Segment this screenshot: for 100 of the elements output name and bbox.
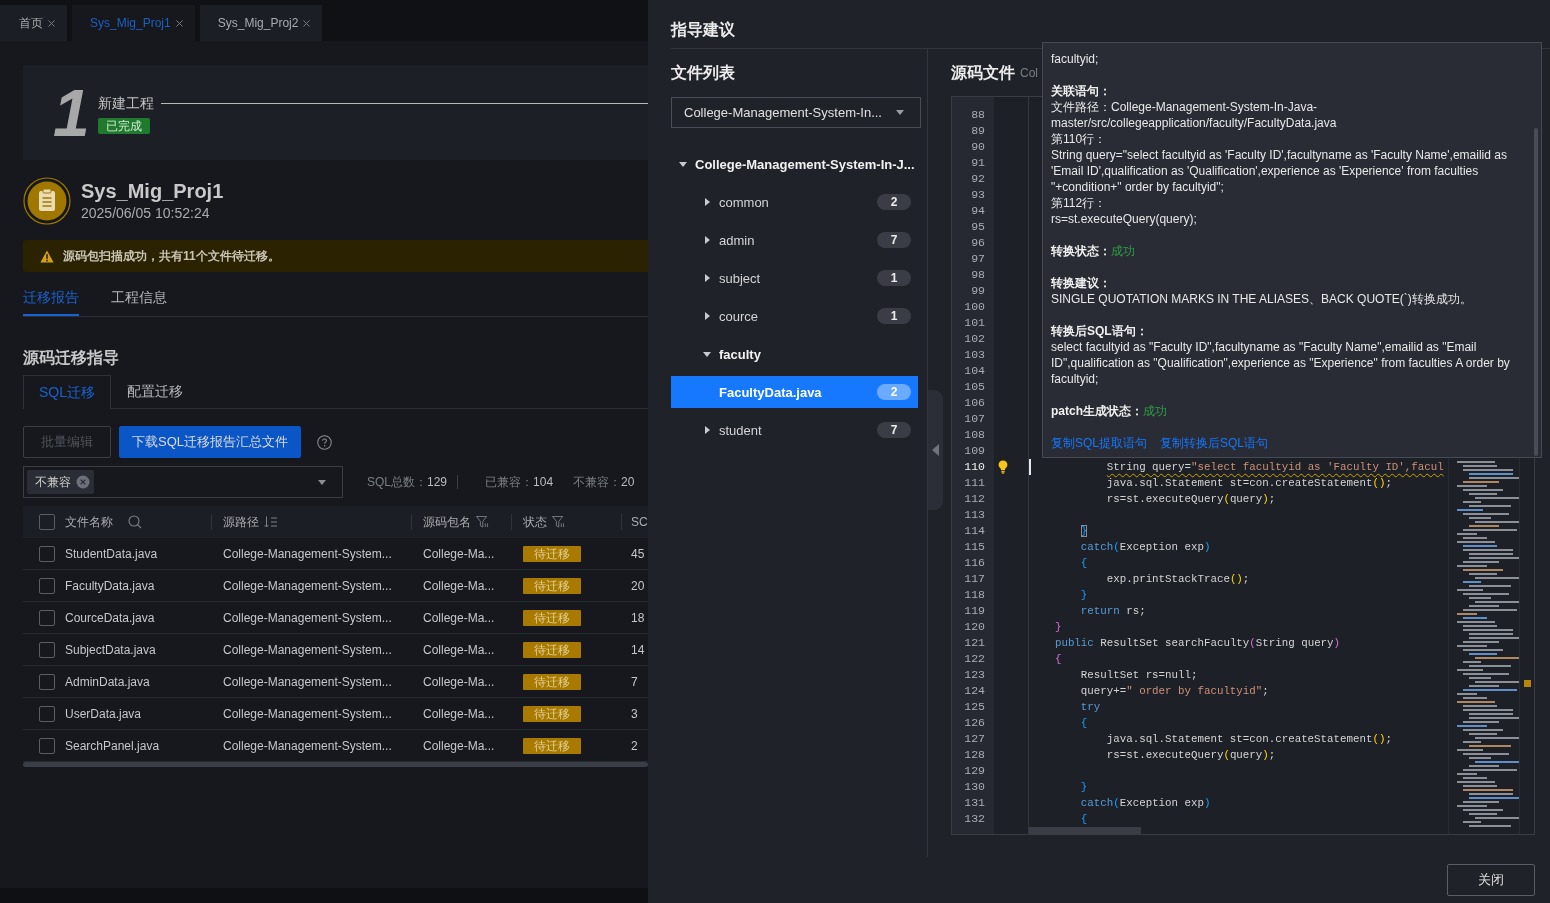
line-number: 118 [964,587,985,603]
line-number: 110 [964,459,985,475]
caret-right-icon[interactable] [703,236,711,244]
line-number: 122 [964,651,985,667]
horizontal-scrollbar[interactable] [23,762,648,767]
popup-heading: 转换后SQL语句： [1051,323,1148,339]
line-number: 109 [964,443,985,459]
caret-down-icon[interactable] [896,110,904,115]
tree-item[interactable]: cource 1 [671,300,918,332]
popup-heading: 关联语句： [1051,83,1111,99]
migration-tab[interactable]: 配置迁移 [111,375,199,408]
line-number: 102 [964,331,985,347]
checkbox[interactable] [39,705,55,722]
table-cell: College-Management-System... [223,546,392,561]
checkbox[interactable] [39,545,55,562]
code-line: query+=" order by facultyid"; [1080,684,1269,699]
count-badge: 1 [877,308,911,324]
caret-down-icon[interactable] [679,160,687,168]
close-icon[interactable] [175,19,183,27]
checkbox[interactable] [39,641,55,658]
line-number: 113 [964,507,985,523]
page-tab[interactable]: Sys_Mig_Proj2 [199,5,323,41]
sort-icon[interactable] [264,516,278,528]
line-number: 106 [964,395,985,411]
filter-icon[interactable] [476,516,489,528]
caret-right-icon[interactable] [703,198,711,206]
popup-text: facultyid; [1051,51,1099,67]
report-tab[interactable]: 工程信息 [111,287,167,316]
close-icon[interactable] [48,19,55,27]
line-number: 128 [964,747,985,763]
lightbulb-icon[interactable] [998,460,1008,474]
checkbox[interactable] [39,673,55,690]
column-header[interactable]: 状态 [523,513,547,531]
code-line: String query="select facultyid as 'Faculty ID',facul [1106,460,1444,475]
line-number: 98 [971,267,985,283]
line-number: 99 [971,283,985,299]
horizontal-scrollbar[interactable] [1029,827,1141,834]
stat-value: 104 [533,474,554,489]
count-badge: 7 [877,422,911,438]
popup-heading: 转换状态： [1051,243,1111,259]
step-number: 1 [53,85,90,141]
table-cell: College-Ma... [423,546,495,561]
tree-item[interactable]: College-Management-System-In-J... [671,148,918,180]
status-badge: 待迁移 [523,545,581,562]
popup-text: String query="select facultyid as 'Faculty ID',facultyname as 'Faculty Name',emailid as 'Email ID',qualification as 'Qualification',experience as 'Experience' from faculties "+condition+" order by facultyid"; [1051,147,1508,195]
table-cell: FacultyData.java [65,578,155,593]
table-cell: College-Ma... [423,642,495,657]
tree-item[interactable]: FacultyData.java 2 [671,376,918,408]
stat-label: 不兼容： [573,474,622,489]
tree-item[interactable]: faculty [671,338,918,370]
caret-right-icon[interactable] [703,274,711,282]
clear-icon[interactable] [76,475,90,489]
caret-down-icon[interactable] [703,350,711,358]
page-tab[interactable]: 首页 [0,5,67,41]
column-header[interactable]: 源码包名 [423,513,471,531]
tree-item[interactable]: admin 7 [671,224,918,256]
action-button[interactable]: 下载SQL迁移报告汇总文件 [119,426,301,458]
close-icon[interactable] [303,19,311,27]
checkbox[interactable] [39,577,55,594]
table-cell: 3 [631,706,638,721]
popup-heading: patch生成状态： [1051,403,1143,419]
line-number: 92 [971,171,985,187]
tree-item[interactable]: subject 1 [671,262,918,294]
search-icon[interactable] [128,515,142,529]
panel-title: 源码文件 [951,63,1015,83]
caret-down-icon[interactable] [318,479,326,485]
tree-item[interactable]: student 7 [671,414,918,446]
filter-icon[interactable] [552,516,565,528]
table-cell: College-Ma... [423,674,495,689]
collapse-handle[interactable] [928,390,943,510]
checkbox[interactable] [39,737,55,754]
line-number: 126 [964,715,985,731]
table-cell: SearchPanel.java [65,738,160,753]
file-path: Col [1020,65,1038,82]
caret-right-icon[interactable] [703,312,711,320]
line-number: 129 [964,763,985,779]
caret-left-icon[interactable] [932,444,939,456]
line-number: 107 [964,411,985,427]
caret-right-icon[interactable] [703,426,711,434]
project-select[interactable]: College-Management-System-In... [671,97,921,128]
table-cell: 18 [631,610,645,625]
close-button[interactable]: 关闭 [1447,864,1535,896]
status-badge: 待迁移 [523,641,581,658]
tree-item[interactable]: common 2 [671,186,918,218]
column-header[interactable]: 文件名称 [65,513,113,531]
status-text: 成功 [1143,403,1167,419]
stat-value: 129 [427,474,448,489]
filter-tag[interactable]: 不兼容 [27,470,94,494]
checkbox[interactable] [39,514,55,530]
filter-select[interactable]: 不兼容 [23,466,343,498]
column-header[interactable]: 源路径 [223,513,259,531]
table-cell: AdminData.java [65,674,150,689]
line-number: 117 [964,571,985,587]
table-cell: College-Management-System... [223,642,392,657]
line-number: 116 [964,555,985,571]
warning-icon [40,249,54,263]
popup-scrollbar[interactable] [1534,128,1538,456]
code-line: rs=st.executeQuery(query); [1106,492,1276,507]
help-icon[interactable] [317,434,332,450]
checkbox[interactable] [39,609,55,626]
